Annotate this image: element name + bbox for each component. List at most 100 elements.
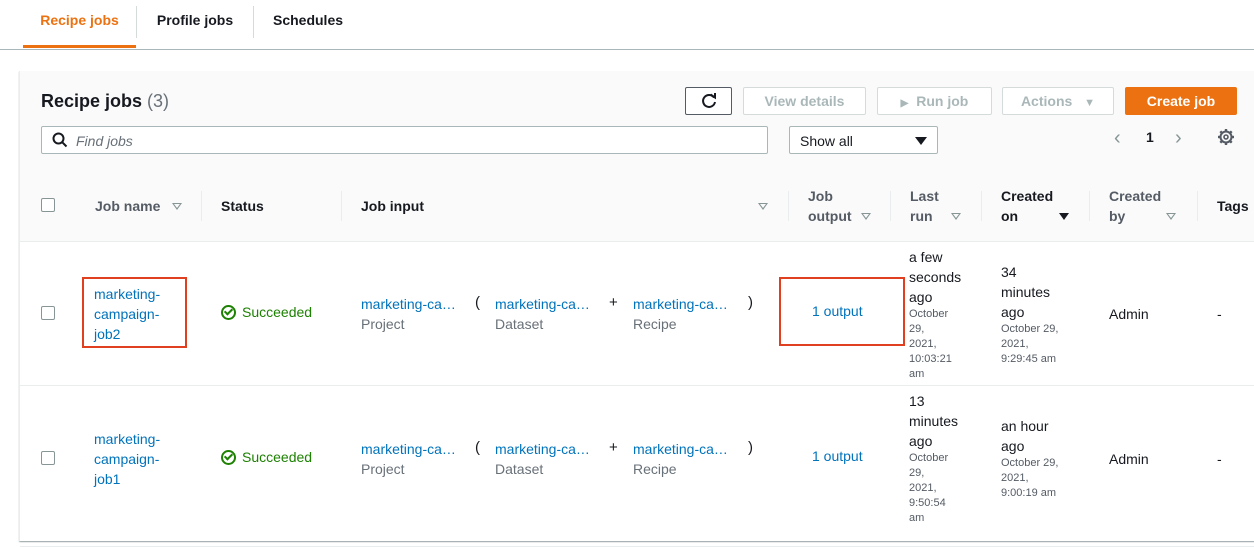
page-number[interactable]: 1	[1146, 129, 1154, 145]
sort-icon[interactable]	[951, 213, 961, 220]
recipe-link[interactable]: marketing-ca…	[633, 441, 728, 457]
open-paren: (	[475, 294, 480, 311]
sort-descending-icon[interactable]	[1059, 213, 1069, 220]
refresh-button[interactable]	[685, 87, 732, 115]
page-title: Recipe jobs (3)	[41, 91, 169, 112]
run-job-button[interactable]: ▶ Run job	[877, 87, 992, 115]
tags-value: -	[1217, 451, 1222, 467]
date-part: 10:03:21	[909, 353, 952, 365]
title-text: Recipe jobs	[41, 91, 143, 111]
sort-icon[interactable]	[861, 213, 871, 220]
col-job-output-line1: Job	[808, 188, 833, 204]
filter-select[interactable]: Show all	[789, 126, 938, 154]
column-divider[interactable]	[1197, 191, 1198, 221]
col-created-by-line2: by	[1109, 208, 1126, 224]
dataset-link[interactable]: marketing-ca…	[495, 441, 590, 457]
col-created-on[interactable]: Created on	[1001, 186, 1053, 226]
recipe-cell: marketing-ca… Recipe	[633, 294, 728, 334]
sort-icon[interactable]	[758, 203, 768, 210]
plus-sign: +	[609, 294, 618, 311]
recipe-link[interactable]: marketing-ca…	[633, 296, 728, 312]
caret-down-icon: ▼	[1084, 97, 1096, 109]
last-run-date: October 29, 2021, 10:03:21 am	[909, 307, 961, 382]
create-job-button[interactable]: Create job	[1125, 87, 1237, 115]
tab-recipe-jobs[interactable]: Recipe jobs	[23, 0, 136, 48]
gear-icon[interactable]	[1217, 128, 1235, 146]
project-link[interactable]: marketing-ca…	[361, 296, 456, 312]
job-output-link[interactable]: 1 output	[812, 446, 863, 466]
check-circle-icon	[221, 450, 236, 465]
date-part: am	[909, 512, 925, 524]
dataset-label: Dataset	[495, 461, 544, 477]
close-paren: )	[748, 294, 753, 311]
last-run-relative: 13	[909, 393, 925, 409]
dataset-cell: marketing-ca… Dataset	[495, 294, 590, 334]
status-badge: Succeeded	[221, 304, 312, 320]
row-checkbox[interactable]	[41, 451, 55, 465]
dataset-link[interactable]: marketing-ca…	[495, 296, 590, 312]
date-part: 9:29:45 am	[1001, 353, 1057, 365]
col-last-run[interactable]: Last run	[910, 186, 939, 226]
column-divider[interactable]	[890, 191, 891, 221]
table-row[interactable]: marketing- campaign- job2 Succeeded mark…	[20, 242, 1254, 386]
chevron-right-icon[interactable]: ›	[1175, 127, 1182, 150]
date-part: October	[909, 308, 949, 320]
column-divider[interactable]	[788, 191, 789, 221]
search-placeholder: Find jobs	[76, 133, 133, 149]
search-input[interactable]: Find jobs	[41, 126, 768, 154]
sort-icon[interactable]	[172, 203, 182, 210]
date-part: October	[909, 452, 949, 464]
last-run-date: October 29, 2021, 9:50:54 am	[909, 451, 958, 526]
tab-bar: Recipe jobs Profile jobs Schedules	[0, 0, 1254, 50]
view-details-button[interactable]: View details	[743, 87, 866, 115]
column-divider[interactable]	[981, 191, 982, 221]
actions-dropdown[interactable]: Actions ▼	[1002, 87, 1114, 115]
date-part: am	[909, 368, 925, 380]
last-run-relative: ago	[909, 433, 933, 449]
job-name-link[interactable]: marketing- campaign- job1	[94, 429, 160, 489]
dataset-cell: marketing-ca… Dataset	[495, 439, 590, 479]
refresh-icon	[701, 93, 716, 108]
project-cell: marketing-ca… Project	[361, 439, 456, 479]
created-on-cell: an hour ago October 29, 2021, 9:00:19 am	[1001, 416, 1058, 501]
col-job-name[interactable]: Job name	[95, 196, 160, 216]
tab-profile-jobs[interactable]: Profile jobs	[137, 0, 253, 47]
date-part: 2021,	[1001, 338, 1029, 350]
date-part: 9:00:19 am	[1001, 487, 1057, 499]
recipe-jobs-panel: Recipe jobs (3) View details ▶ Run job A…	[19, 71, 1254, 547]
filter-value: Show all	[800, 133, 853, 149]
job-name-link[interactable]: marketing- campaign- job2	[94, 284, 160, 344]
column-divider[interactable]	[201, 191, 202, 221]
created-relative: an hour	[1001, 418, 1049, 434]
tags-value: -	[1217, 306, 1222, 322]
tab-schedules[interactable]: Schedules	[254, 0, 362, 47]
col-job-input: Job input	[361, 198, 424, 214]
col-created-on-line1: Created	[1001, 188, 1054, 204]
col-tags: Tags	[1217, 198, 1249, 214]
column-divider[interactable]	[1089, 191, 1090, 221]
created-relative: 34	[1001, 264, 1017, 280]
play-icon: ▶	[900, 98, 909, 109]
created-date: October 29, 2021, 9:29:45 am	[1001, 322, 1058, 367]
project-link[interactable]: marketing-ca…	[361, 441, 456, 457]
col-created-on-line2: on	[1001, 208, 1019, 224]
table-row[interactable]: marketing- campaign- job1 Succeeded mark…	[20, 386, 1254, 547]
close-paren: )	[748, 439, 753, 456]
sort-icon[interactable]	[1166, 213, 1176, 220]
column-divider[interactable]	[341, 191, 342, 221]
status-badge: Succeeded	[221, 449, 312, 465]
date-part: 9:50:54	[909, 497, 946, 509]
col-job-output-line2: output	[808, 208, 852, 224]
col-last-run-line1: Last	[910, 188, 939, 204]
date-part: 29,	[909, 323, 925, 335]
chevron-left-icon[interactable]: ‹	[1114, 127, 1121, 150]
row-checkbox[interactable]	[41, 306, 55, 320]
col-created-by[interactable]: Created by	[1109, 186, 1161, 226]
actions-label: Actions	[1020, 93, 1073, 109]
created-by: Admin	[1109, 451, 1149, 467]
col-job-output[interactable]: Job output	[808, 186, 852, 226]
last-run-relative: ago	[909, 289, 933, 305]
select-all-checkbox[interactable]	[41, 198, 55, 212]
run-job-label: Run job	[916, 93, 969, 109]
job-output-link[interactable]: 1 output	[812, 301, 863, 321]
